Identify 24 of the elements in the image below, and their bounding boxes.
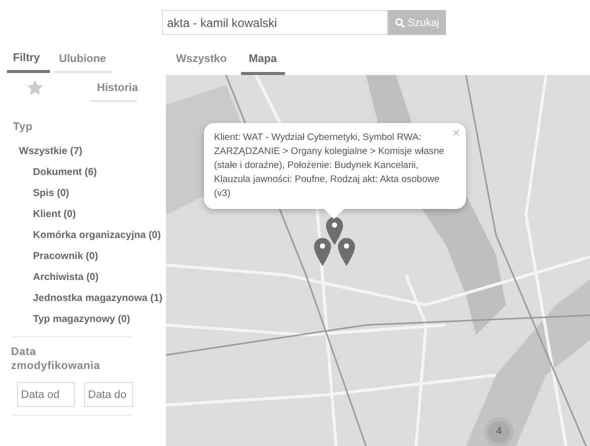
filter-item[interactable]: Klient (0): [7, 204, 166, 225]
map-pin-icon[interactable]: [326, 217, 343, 245]
map-pin-icon[interactable]: [314, 238, 331, 266]
filter-item[interactable]: Jednostka magazynowa (1): [7, 288, 166, 309]
map-pin-icon[interactable]: [338, 238, 355, 266]
filter-section-title: Data zmodyfikowania: [11, 345, 102, 373]
star-icon[interactable]: [27, 80, 43, 95]
filter-item[interactable]: Pracownik (0): [7, 246, 166, 267]
filter-item[interactable]: Dokument (6): [7, 162, 166, 183]
sidebar-tab[interactable]: Historia: [91, 75, 137, 102]
search-icon: [394, 18, 405, 28]
date-from-field[interactable]: Data od: [17, 382, 75, 407]
sidebar-tab[interactable]: Filtry: [7, 45, 50, 73]
filter-item[interactable]: Spis (0): [7, 183, 166, 204]
popup-text: Klient: WAT - Wydział Cybernetyki, Symbol RWA: ZARZĄDZANIE > Organy kolegialne > Komisje własne (stałe i doraźne), Położenie: Budynek Kancelarii, Klauzula jawności: Poufne, Rodzaj akt: Akta osobowe (v3): [214, 131, 446, 201]
view-tab[interactable]: Wszystko: [168, 45, 235, 75]
filter-section-title: Typ: [13, 121, 34, 133]
filter-item[interactable]: Archiwista (0): [7, 267, 166, 288]
sidebar-tab[interactable]: Ulubione: [53, 46, 112, 72]
filter-item[interactable]: Typ magazynowy (0): [7, 309, 166, 330]
filter-item[interactable]: Komórka organizacyjna (0): [7, 225, 166, 246]
search-field[interactable]: akta - kamil kowalski: [162, 10, 388, 35]
date-to-field[interactable]: Data do: [84, 382, 133, 407]
filter-item[interactable]: Wszystkie (7): [7, 141, 166, 162]
